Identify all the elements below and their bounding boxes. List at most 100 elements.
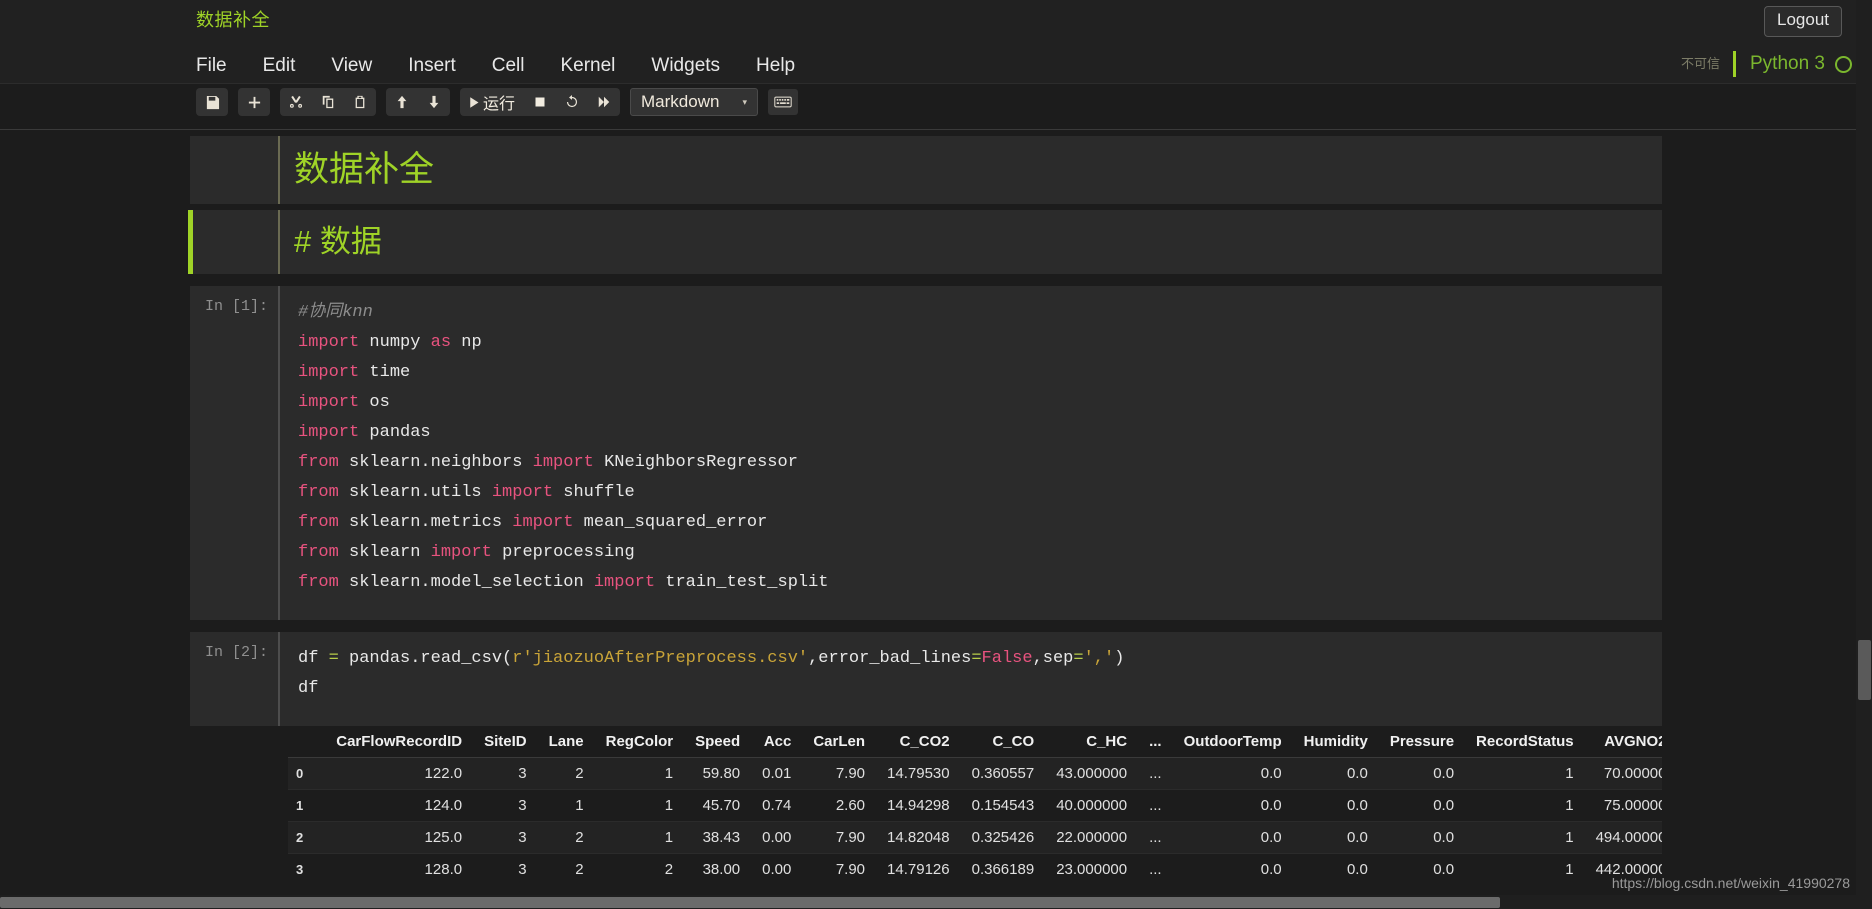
run-cell-button[interactable]: 运行 [460,88,524,116]
code-token: df [298,648,329,668]
menu-item-kernel[interactable]: Kernel [560,45,638,87]
dataframe-cell: 0.154543 [971,796,1035,814]
move-down-icon[interactable] [418,88,450,116]
dataframe-cell: 3 [518,796,527,814]
table-row: 0 122.0 3 2 1 59.80 0.01 7.90 14.79530 0.360557 43… [288,757,1662,790]
trust-status-label[interactable]: 不可信 [1681,45,1720,83]
vertical-scrollbar-thumb[interactable] [1858,640,1871,700]
code-cell-2[interactable]: In [2]: df = pandas.read_csv(r'jiaozuoAf… [188,631,1662,726]
code-token: sklearn.model_selection [349,572,594,592]
cell-selection-bar [188,632,193,726]
cell-prompt [190,210,278,274]
dataframe-cell: 14.94298 [887,796,950,814]
menu-item-help[interactable]: Help [756,45,818,87]
move-up-icon[interactable] [386,88,418,116]
copy-icon[interactable] [312,88,344,116]
restart-run-all-icon[interactable] [588,88,620,116]
dataframe-cell: 14.79530 [887,764,950,782]
code-token: pandas.read_csv( [349,648,513,668]
markdown-cell-1[interactable]: 数据补全 [190,136,1662,205]
dataframe-cell: 0.0 [1433,860,1455,878]
dataframe-cell: 1 [1565,796,1574,814]
add-cell-icon[interactable] [238,88,270,116]
dataframe-cell: 0.0 [1260,796,1282,814]
dataframe-column-header: CarFlowRecordID [336,732,463,750]
code-token: os [369,392,390,412]
code-token: ,sep [1032,648,1074,668]
restart-icon[interactable] [556,88,588,116]
dataframe-cell: 125.0 [424,828,463,846]
code-token: df [298,678,319,698]
code-cell-1[interactable]: In [1]: #协同knn import numpy as np import t… [190,285,1662,620]
dataframe-cell: 0.360557 [971,764,1035,782]
code-editor-2[interactable]: df = pandas.read_csv(r'jiaozuoAfterPrepr… [278,631,1662,726]
notebook-title[interactable]: 数据补全 [196,6,270,32]
notebook-container: 数据补全 # 数据 In [1]: #协同knn import numpy as … [188,136,1662,885]
menu-item-widgets[interactable]: Widgets [651,45,743,87]
dataframe-row-index: 0 [296,765,304,781]
code-token: sklearn.utils [349,482,492,502]
dataframe-cell: 0.366189 [971,860,1035,878]
code-token: np [461,332,482,352]
cut-icon[interactable] [280,88,312,116]
dataframe-cell: 0.0 [1346,860,1368,878]
menu-item-file[interactable]: File [196,45,250,87]
dataframe-cell: 45.70 [702,796,741,814]
cell-prompt-in-2: In [2]: [204,643,268,661]
dataframe-cell: 38.00 [702,860,741,878]
toolbar-group-insert [238,88,270,116]
dataframe-cell: 0.0 [1260,764,1282,782]
stop-icon[interactable] [524,88,556,116]
markdown-rendered-body[interactable]: # 数据 [278,210,1662,274]
menu-item-edit[interactable]: Edit [263,45,319,87]
code-line: df [290,674,1662,704]
kernel-name-label: Python 3 [1750,53,1825,74]
dataframe-column-header: Lane [548,732,584,750]
code-token: preprocessing [502,542,635,562]
dataframe-row-index: 1 [296,797,304,813]
dataframe-index-header [288,726,325,758]
dataframe-cell: 7.90 [835,764,866,782]
menu-item-insert[interactable]: Insert [408,45,479,87]
code-token: import [298,392,370,412]
dataframe-column-header: Pressure [1389,732,1455,750]
dataframe-cell: 128.0 [424,860,463,878]
dataframe-output[interactable]: CarFlowRecordID SiteID Lane RegColor Speed Ac… [278,726,1662,885]
dataframe-row-index: 3 [296,861,304,877]
code-token: import [430,542,503,562]
horizontal-scrollbar-thumb[interactable] [0,897,1500,908]
logout-button[interactable]: Logout [1764,6,1842,37]
dataframe-cell: 0.0 [1433,764,1455,782]
horizontal-scrollbar[interactable] [0,895,1856,909]
menu-item-cell[interactable]: Cell [492,45,548,87]
menu-item-view[interactable]: View [331,45,395,87]
code-token: r'jiaozuoAfterPreprocess.csv' [512,648,809,668]
cell-type-select[interactable]: Markdown ▾ [630,88,759,116]
markdown-cell-2[interactable]: # 数据 [188,210,1662,274]
keyboard-icon[interactable] [768,89,799,115]
markdown-rendered-body[interactable]: 数据补全 [278,136,1662,205]
code-token: from [298,572,350,592]
dataframe-cell: 494.00000 [1595,828,1662,846]
dataframe-cell: 43.000000 [1056,764,1128,782]
code-editor-1[interactable]: #协同knn import numpy as np import time impor… [278,285,1662,620]
watermark-url: https://blog.csdn.net/weixin_41990278 [1611,875,1850,891]
notebook-area: 数据补全 # 数据 In [1]: #协同knn import numpy as … [0,130,1872,885]
dataframe-cell: 22.000000 [1056,828,1128,846]
code-token: = [328,648,350,668]
dataframe-body: 0 122.0 3 2 1 59.80 0.01 7.90 14.79530 0.360557 43… [288,757,1662,885]
dataframe-cell: 0.0 [1346,796,1368,814]
save-icon[interactable] [196,88,228,116]
dataframe-cell: 2 [575,828,584,846]
dataframe-cell: 2 [575,860,584,878]
paste-icon[interactable] [344,88,376,116]
dataframe-column-header: ... [1149,732,1162,750]
dataframe-column-header: Speed [695,732,741,750]
code-line: df = pandas.read_csv(r'jiaozuoAfterPrepr… [290,644,1662,674]
code-line: import numpy as np [290,328,1662,358]
markdown-heading-2: # 数据 [294,224,382,260]
vertical-scrollbar[interactable] [1856,0,1872,909]
dataframe-cell: 2 [664,860,674,878]
dataframe-cell: 122.0 [424,764,463,782]
cell-type-value: Markdown [641,92,720,111]
